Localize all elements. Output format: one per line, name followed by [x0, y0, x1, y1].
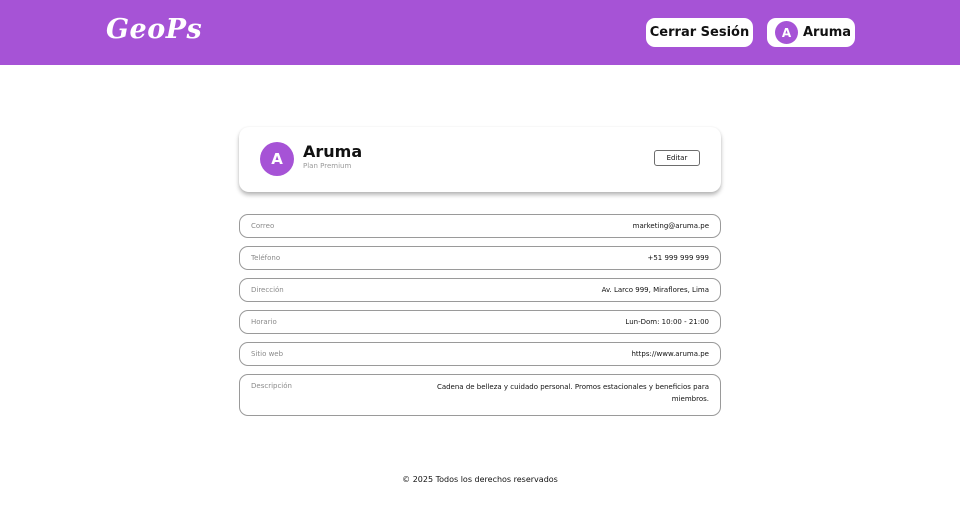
- logout-button[interactable]: Cerrar Sesión: [646, 18, 753, 47]
- user-name: Aruma: [803, 25, 852, 40]
- field-value: Lun-Dom: 10:00 - 21:00: [625, 318, 709, 326]
- field-schedule: Horario Lun-Dom: 10:00 - 21:00: [239, 310, 721, 334]
- field-description: Descripción Cadena de belleza y cuidado …: [239, 374, 721, 416]
- field-label: Descripción: [251, 382, 292, 390]
- user-menu-button[interactable]: A Aruma: [767, 18, 855, 47]
- footer-copyright: © 2025 Todos los derechos reservados: [402, 475, 558, 484]
- field-email: Correo marketing@aruma.pe: [239, 214, 721, 238]
- field-value: https://www.aruma.pe: [631, 350, 709, 358]
- edit-profile-button[interactable]: Editar: [654, 150, 700, 166]
- profile-name: Aruma: [303, 142, 363, 161]
- field-value: Cadena de belleza y cuidado personal. Pr…: [436, 383, 709, 403]
- field-address: Dirección Av. Larco 999, Miraflores, Lim…: [239, 278, 721, 302]
- profile-plan: Plan Premium: [303, 162, 352, 170]
- field-label: Sitio web: [251, 350, 284, 358]
- profile-card: A Aruma Plan Premium Editar: [239, 127, 721, 192]
- field-label: Dirección: [251, 286, 284, 294]
- profile-avatar: A: [260, 142, 294, 176]
- field-value: marketing@aruma.pe: [632, 222, 709, 230]
- field-label: Correo: [251, 222, 275, 230]
- field-label: Horario: [251, 318, 277, 326]
- field-value: Av. Larco 999, Miraflores, Lima: [601, 286, 709, 294]
- field-phone: Teléfono +51 999 999 999: [239, 246, 721, 270]
- field-website: Sitio web https://www.aruma.pe: [239, 342, 721, 366]
- field-value: +51 999 999 999: [647, 254, 709, 262]
- top-navbar: GeoPs Cerrar Sesión A Aruma: [0, 0, 960, 65]
- user-avatar: A: [775, 21, 798, 44]
- field-label: Teléfono: [251, 254, 281, 262]
- app-logo[interactable]: GeoPs: [106, 14, 202, 45]
